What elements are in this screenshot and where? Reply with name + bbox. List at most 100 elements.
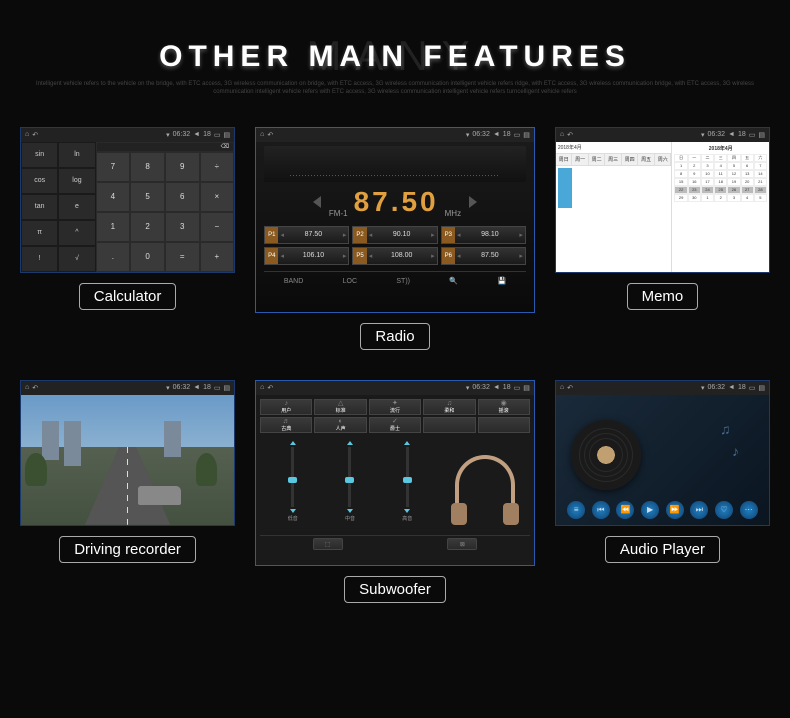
back-icon[interactable]: ↶ [267, 384, 273, 392]
menu-icon[interactable]: ▤ [758, 384, 765, 392]
calc-sci-key[interactable]: √ [58, 246, 95, 272]
calendar-day[interactable]: 30 [688, 194, 701, 202]
calendar-day[interactable]: 21 [754, 178, 767, 186]
eq-preset-tab[interactable]: △标准 [314, 399, 366, 415]
back-icon[interactable]: ↶ [567, 384, 573, 392]
eq-preset-tab[interactable]: ◉摇滚 [478, 399, 530, 415]
calendar-day[interactable]: 13 [741, 170, 754, 178]
calendar-day[interactable]: 1 [701, 194, 714, 202]
calendar-day[interactable]: 17 [701, 178, 714, 186]
calc-sci-key[interactable]: tan [21, 194, 58, 220]
calc-key[interactable]: 3 [165, 212, 200, 242]
sub-bottom-button[interactable]: ⊠ [447, 538, 477, 550]
eq-slider[interactable]: 中音 [345, 441, 355, 529]
calc-sci-key[interactable]: e [58, 194, 95, 220]
preset-button[interactable]: P3◂98.10▸ [441, 226, 526, 244]
eq-slider[interactable]: 低音 [288, 441, 298, 529]
preset-button[interactable]: P5◂108.00▸ [352, 247, 437, 265]
calc-key[interactable]: 2 [130, 212, 165, 242]
calc-key[interactable]: 0 [130, 242, 165, 272]
back-icon[interactable]: ↶ [567, 131, 573, 139]
menu-icon[interactable]: ▤ [523, 384, 530, 392]
calendar-day[interactable]: 4 [741, 194, 754, 202]
back-icon[interactable]: ↶ [32, 384, 38, 392]
eq-preset-tab[interactable]: ♫柔和 [423, 399, 475, 415]
home-icon[interactable]: ⌂ [25, 131, 29, 139]
calc-key[interactable]: 6 [165, 182, 200, 212]
home-icon[interactable]: ⌂ [560, 384, 564, 392]
calendar-day[interactable]: 6 [741, 162, 754, 170]
tune-left-button[interactable] [313, 196, 321, 208]
home-icon[interactable]: ⌂ [260, 384, 264, 392]
calendar-day[interactable]: 28 [754, 186, 767, 194]
calc-sci-key[interactable]: log [58, 168, 95, 194]
calendar-day[interactable]: 19 [727, 178, 740, 186]
menu-icon[interactable]: ▤ [523, 131, 530, 139]
eq-preset-tab[interactable]: ✓爵士 [369, 417, 421, 433]
home-icon[interactable]: ⌂ [560, 131, 564, 139]
radio-bottom-button[interactable]: BAND [280, 276, 307, 287]
calendar-day[interactable]: 8 [674, 170, 687, 178]
calendar-day[interactable]: 12 [727, 170, 740, 178]
calendar-day[interactable]: 26 [727, 186, 740, 194]
calc-key[interactable]: 5 [130, 182, 165, 212]
preset-button[interactable]: P6◂87.50▸ [441, 247, 526, 265]
eq-preset-tab[interactable]: ✦流行 [369, 399, 421, 415]
calendar-day[interactable]: 22 [674, 186, 687, 194]
calendar-day[interactable]: 27 [741, 186, 754, 194]
radio-bottom-button[interactable]: ST)) [392, 276, 414, 287]
menu-icon[interactable]: ▤ [224, 131, 231, 139]
radio-bottom-button[interactable]: LOC [339, 276, 361, 287]
audio-control-button[interactable]: ⋯ [740, 501, 758, 519]
sub-bottom-button[interactable]: ⬚ [313, 538, 343, 550]
calendar-day[interactable]: 2 [688, 162, 701, 170]
calendar-day[interactable]: 20 [741, 178, 754, 186]
audio-control-button[interactable]: ⏪ [616, 501, 634, 519]
preset-button[interactable]: P4◂106.10▸ [264, 247, 349, 265]
menu-icon[interactable]: ▤ [758, 131, 765, 139]
home-icon[interactable]: ⌂ [260, 131, 264, 139]
calendar-day[interactable]: 2 [714, 194, 727, 202]
calc-key[interactable]: 9 [165, 152, 200, 182]
calc-backspace[interactable]: ⌫ [96, 142, 235, 152]
calendar-day[interactable]: 4 [714, 162, 727, 170]
eq-preset-tab[interactable]: ♪用户 [260, 399, 312, 415]
calc-key[interactable]: + [200, 242, 235, 272]
calendar-day[interactable]: 24 [701, 186, 714, 194]
today-cell[interactable] [558, 168, 572, 208]
calc-key[interactable]: 8 [130, 152, 165, 182]
calendar-day[interactable]: 3 [727, 194, 740, 202]
calc-sci-key[interactable]: ^ [58, 220, 95, 246]
audio-control-button[interactable]: ⏭ [690, 501, 708, 519]
calc-sci-key[interactable]: ln [58, 142, 95, 168]
calendar-day[interactable]: 25 [714, 186, 727, 194]
eq-preset-tab[interactable]: ♬古典 [260, 417, 312, 433]
radio-dial[interactable] [264, 146, 526, 182]
calc-sci-key[interactable]: sin [21, 142, 58, 168]
calc-key[interactable]: ÷ [200, 152, 235, 182]
calendar-day[interactable]: 9 [688, 170, 701, 178]
calc-key[interactable]: 4 [96, 182, 131, 212]
calendar-day[interactable]: 3 [701, 162, 714, 170]
audio-control-button[interactable]: ≡ [567, 501, 585, 519]
calc-key[interactable]: . [96, 242, 131, 272]
calc-sci-key[interactable]: π [21, 220, 58, 246]
calendar-day[interactable]: 23 [688, 186, 701, 194]
audio-control-button[interactable]: ⏩ [666, 501, 684, 519]
calc-key[interactable]: = [165, 242, 200, 272]
tune-right-button[interactable] [469, 196, 477, 208]
calendar-day[interactable]: 10 [701, 170, 714, 178]
calendar-day[interactable]: 5 [754, 194, 767, 202]
calendar-day[interactable]: 5 [727, 162, 740, 170]
preset-button[interactable]: P2◂90.10▸ [352, 226, 437, 244]
audio-control-button[interactable]: ⏮ [592, 501, 610, 519]
audio-control-button[interactable]: ▶ [641, 501, 659, 519]
calc-key[interactable]: × [200, 182, 235, 212]
calendar-day[interactable]: 15 [674, 178, 687, 186]
calc-sci-key[interactable]: ! [21, 246, 58, 272]
home-icon[interactable]: ⌂ [25, 384, 29, 392]
eq-slider[interactable]: 高音 [402, 441, 412, 529]
radio-bottom-button[interactable]: 🔍 [445, 275, 462, 287]
calendar-day[interactable]: 29 [674, 194, 687, 202]
calc-key[interactable]: − [200, 212, 235, 242]
